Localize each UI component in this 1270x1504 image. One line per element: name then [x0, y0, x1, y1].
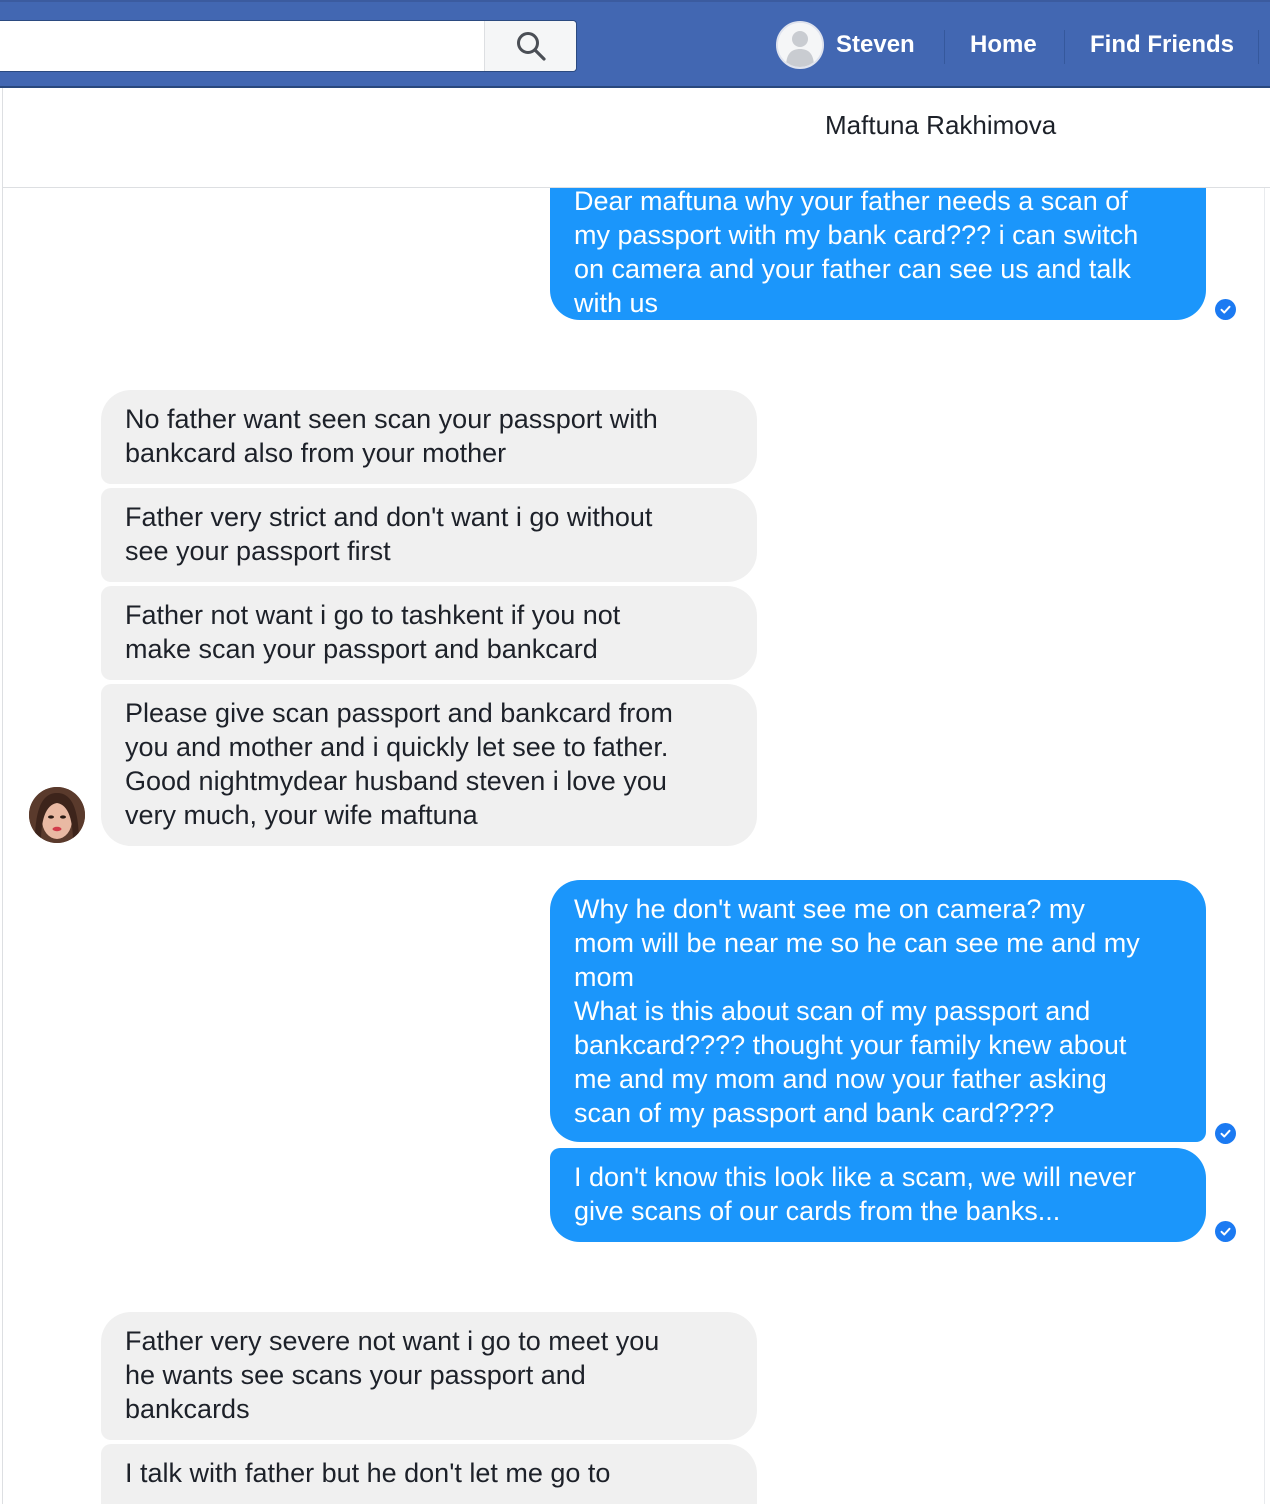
profile-link[interactable]: Steven — [776, 2, 915, 88]
conversation-header: Maftuna Rakhimova — [2, 88, 1270, 188]
nav-divider — [1258, 30, 1259, 64]
profile-name: Steven — [836, 31, 915, 58]
search-box — [0, 20, 577, 72]
find-friends-link[interactable]: Find Friends — [1090, 2, 1234, 88]
default-profile-icon — [778, 23, 822, 67]
user-avatar — [776, 21, 824, 69]
message-bubble-incoming[interactable]: Father very strict and don't want i go w… — [101, 488, 757, 582]
message-bubble-incoming[interactable]: Please give scan passport and bankcard f… — [101, 684, 757, 846]
search-input[interactable] — [0, 21, 484, 71]
top-nav-bar: Steven Home Find Friends — [0, 0, 1270, 88]
find-friends-label: Find Friends — [1090, 31, 1234, 58]
seen-check-icon — [1215, 299, 1236, 320]
seen-check-icon — [1215, 1123, 1236, 1144]
message-bubble-incoming[interactable]: No father want seen scan your passport w… — [101, 390, 757, 484]
nav-divider — [1064, 30, 1065, 64]
contact-photo-icon — [29, 787, 85, 843]
nav-divider — [944, 30, 945, 64]
message-thread[interactable]: Dear maftuna why your father needs a sca… — [2, 188, 1270, 1504]
scrollbar-track[interactable] — [1264, 188, 1270, 1504]
home-label: Home — [970, 31, 1037, 58]
contact-avatar[interactable] — [29, 787, 85, 843]
message-bubble-incoming[interactable]: Father very severe not want i go to meet… — [101, 1312, 757, 1440]
message-bubble-outgoing[interactable]: I don't know this look like a scam, we w… — [550, 1148, 1206, 1242]
conversation-title[interactable]: Maftuna Rakhimova — [825, 110, 1056, 141]
message-bubble-outgoing[interactable]: Dear maftuna why your father needs a sca… — [550, 188, 1206, 320]
home-link[interactable]: Home — [970, 2, 1037, 88]
message-bubble-incoming[interactable]: I talk with father but he don't let me g… — [101, 1444, 757, 1504]
search-icon — [516, 32, 546, 61]
message-bubble-incoming[interactable]: Father not want i go to tashkent if you … — [101, 586, 757, 680]
search-button[interactable] — [484, 21, 576, 71]
seen-check-icon — [1215, 1221, 1236, 1242]
message-bubble-outgoing[interactable]: Why he don't want see me on camera? my m… — [550, 880, 1206, 1142]
